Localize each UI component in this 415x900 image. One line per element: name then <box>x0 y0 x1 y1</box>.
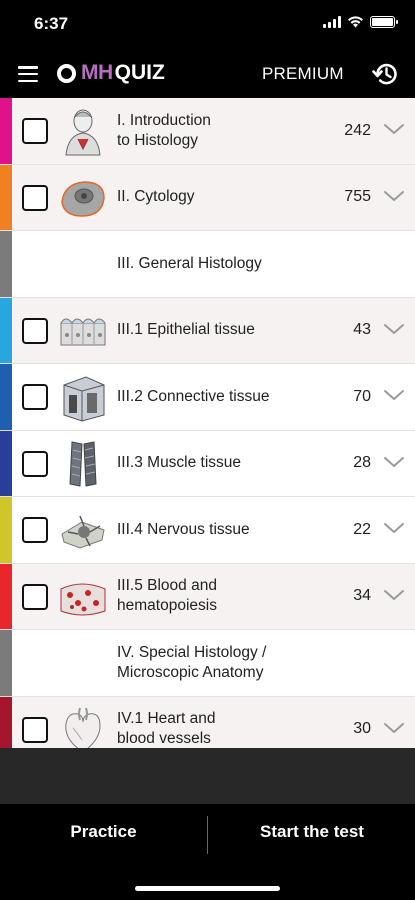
history-icon[interactable] <box>371 59 401 89</box>
section-header-row: III. General Histology <box>0 231 415 298</box>
topic-label: IV.1 Heart and blood vessels <box>117 710 216 748</box>
chevron-down-icon[interactable] <box>383 122 405 136</box>
topic-color-band <box>0 98 12 164</box>
footer-bar: Practice Start the test <box>0 804 415 900</box>
chevron-down-icon[interactable] <box>383 521 405 535</box>
logo-mh: MH <box>81 61 113 84</box>
topic-label: III. General Histology <box>117 254 262 272</box>
heart-icon <box>58 704 108 748</box>
portrait-icon <box>58 105 108 157</box>
signal-icon <box>323 15 341 28</box>
chevron-down-icon[interactable] <box>383 189 405 203</box>
topic-row[interactable]: III.5 Blood and hematopoiesis 34 <box>0 563 415 630</box>
question-count: 28 <box>353 454 371 472</box>
muscle-icon <box>58 438 108 490</box>
blood-icon <box>58 571 108 623</box>
topic-color-band <box>0 164 12 230</box>
topic-label: III.2 Connective tissue <box>117 387 270 405</box>
topic-checkbox[interactable] <box>22 118 48 144</box>
question-count: 70 <box>353 387 371 405</box>
neuron-icon <box>58 504 108 556</box>
list-bottom-spacer <box>0 748 415 804</box>
logo-ring-icon <box>57 63 76 83</box>
question-count: 43 <box>353 321 371 339</box>
topic-color-band <box>0 630 12 696</box>
question-count: 30 <box>353 720 371 738</box>
epithelium-icon <box>58 305 108 357</box>
topic-color-band <box>0 497 12 563</box>
notch <box>104 0 312 30</box>
topic-checkbox[interactable] <box>22 450 48 477</box>
topic-color-band <box>0 563 12 629</box>
home-indicator <box>135 886 280 891</box>
topic-color-band <box>0 696 12 748</box>
question-count: 22 <box>353 520 371 538</box>
practice-button[interactable]: Practice <box>0 822 207 846</box>
topic-color-band <box>0 297 12 363</box>
topic-checkbox[interactable] <box>22 583 48 610</box>
topic-label: IV. Special Histology / Microscopic Anat… <box>117 643 267 681</box>
topic-checkbox[interactable] <box>22 517 48 543</box>
chevron-down-icon[interactable] <box>383 588 405 602</box>
premium-button[interactable]: PREMIUM <box>262 64 344 84</box>
question-count: 755 <box>344 188 371 206</box>
topic-label: III.4 Nervous tissue <box>117 520 250 538</box>
app-logo: MH QUIZ <box>57 61 165 85</box>
topic-label: III.5 Blood and hematopoiesis <box>117 577 217 615</box>
topic-color-band <box>0 231 12 297</box>
topic-row[interactable]: III.3 Muscle tissue 28 <box>0 430 415 497</box>
topic-label: I. Introduction to Histology <box>117 111 211 149</box>
app-header: MH QUIZ PREMIUM <box>0 48 415 98</box>
topic-label: II. Cytology <box>117 188 195 206</box>
topic-label: III.3 Muscle tissue <box>117 454 242 472</box>
logo-quiz: QUIZ <box>114 61 165 84</box>
cell-icon <box>58 172 108 224</box>
topic-checkbox[interactable] <box>22 384 48 410</box>
topic-checkbox[interactable] <box>22 184 48 211</box>
topic-row[interactable]: III.2 Connective tissue 70 <box>0 364 415 431</box>
menu-icon[interactable] <box>18 66 38 82</box>
topic-color-band <box>0 430 12 496</box>
footer-divider <box>207 816 208 854</box>
topic-row[interactable]: III.1 Epithelial tissue 43 <box>0 297 415 364</box>
chevron-down-icon[interactable] <box>383 721 405 735</box>
connective-tissue-icon <box>58 371 108 423</box>
topic-checkbox[interactable] <box>22 317 48 344</box>
status-time: 6:37 <box>34 14 69 33</box>
section-header-row: IV. Special Histology / Microscopic Anat… <box>0 630 415 697</box>
topic-row[interactable]: III.4 Nervous tissue 22 <box>0 497 415 564</box>
status-bar: 6:37 <box>0 0 415 48</box>
topic-label: III.1 Epithelial tissue <box>117 321 255 339</box>
topic-row[interactable]: II. Cytology 755 <box>0 164 415 231</box>
question-count: 34 <box>353 587 371 605</box>
question-count: 242 <box>344 121 371 139</box>
chevron-down-icon[interactable] <box>383 322 405 336</box>
topic-row[interactable]: I. Introduction to Histology 242 <box>0 98 415 165</box>
topic-checkbox[interactable] <box>22 716 48 743</box>
wifi-icon <box>348 16 363 28</box>
chevron-down-icon[interactable] <box>383 455 405 469</box>
battery-icon <box>370 15 398 28</box>
topic-list[interactable]: I. Introduction to Histology 242 II. Cytol… <box>0 98 415 748</box>
status-icons <box>323 15 398 28</box>
chevron-down-icon[interactable] <box>383 388 405 402</box>
topic-color-band <box>0 364 12 430</box>
topic-row[interactable]: IV.1 Heart and blood vessels 30 <box>0 696 415 748</box>
start-test-button[interactable]: Start the test <box>209 822 415 846</box>
